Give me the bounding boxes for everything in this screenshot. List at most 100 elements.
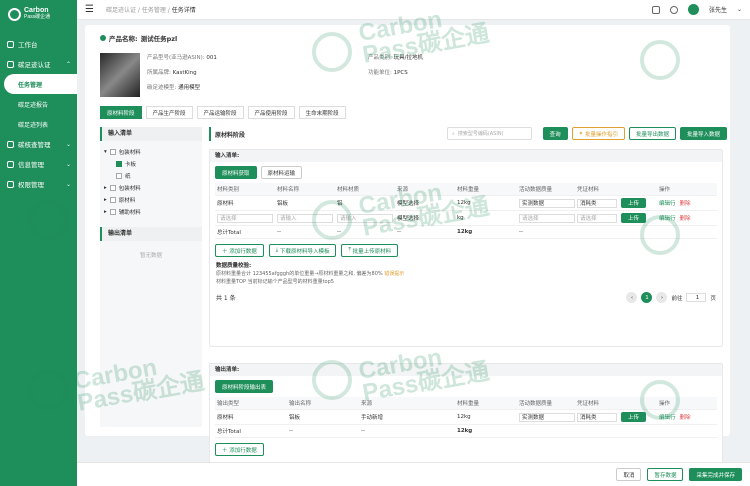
tab-raw-material[interactable]: 原材料阶段 [100, 106, 142, 119]
cell: 铝板 [289, 415, 301, 421]
sidebar-item-cf-list[interactable]: 碳足迹列表 [0, 114, 77, 134]
export-button[interactable]: 批量导出数据 [628, 127, 676, 140]
topbar: ☰ 碳足迹认证 / 任务管理 / 任务详情 张先生 ⌄ [77, 0, 750, 20]
edit-row-link[interactable]: 编辑行 [659, 413, 676, 421]
expand-icon[interactable]: ▸ [104, 197, 107, 203]
finish-save-button[interactable]: 采集完成并保存 [689, 468, 742, 481]
check-line-2: 材料重量TOP 当前标记输个产品型号的材料重量top5 [216, 279, 334, 285]
add-row-button[interactable]: ＋ 添加行数据 [215, 443, 264, 456]
tab-end-of-life[interactable]: 生命末期阶段 [298, 106, 346, 119]
tree-checkbox[interactable] [116, 161, 122, 167]
tree-node[interactable]: 纸 [125, 172, 131, 180]
tree-node[interactable]: 包装材料 [119, 148, 141, 156]
product-name: 测试任务pzl [140, 35, 178, 43]
sidebar-item-label: 权限管理 [18, 181, 44, 189]
goto-label: 前往 [671, 295, 683, 302]
goto-input[interactable]: 1 [686, 293, 707, 302]
menu-toggle-icon[interactable]: ☰ [85, 4, 94, 15]
select-value: 请选择 [522, 216, 539, 222]
proof-select[interactable]: 消耗类 [577, 198, 617, 208]
breadcrumb-item[interactable]: 任务管理 [142, 7, 166, 14]
sidebar-item-carbon-cert[interactable]: 碳足迹认证 ⌃ [0, 54, 77, 74]
tree-node[interactable]: 辅助材料 [119, 208, 141, 216]
tab-production[interactable]: 产品生产阶段 [145, 106, 193, 119]
sidebar-item-cf-report[interactable]: 碳足迹报告 [0, 94, 77, 114]
cell: -- [361, 428, 365, 434]
total-count: 共 1 条 [216, 295, 236, 302]
add-row-button[interactable]: ＋ 添加行数据 [215, 244, 264, 257]
sidebar-item-permissions[interactable]: 权限管理 ⌄ [0, 174, 77, 194]
col-header: 活动数据质量 [519, 401, 553, 407]
cancel-button[interactable]: 取消 [616, 468, 642, 481]
download-template-button[interactable]: ⤓ 下载原材料导入模板 [268, 244, 337, 257]
cell: 12kg [457, 414, 471, 420]
user-name[interactable]: 张先生 [709, 5, 727, 14]
avatar[interactable] [687, 4, 699, 15]
import-button[interactable]: 批量导入数据 [679, 127, 727, 140]
col-header: 材料重量 [457, 187, 480, 193]
table-row: 原材料 铝板 手动新增 12kg 实测数据 消耗类 上传 编辑行 删除 [215, 410, 717, 425]
prev-page-button[interactable]: ‹ [626, 292, 638, 303]
product-name-label: 产品名称: [109, 35, 138, 43]
input-list-section: 输入清单: 原材料获取 原材料运输 材料类别 材料名称 材料材质 来源 材料重量… [209, 149, 723, 347]
sidebar-item-verification[interactable]: 碳核查管理 ⌄ [0, 134, 77, 154]
tree-node[interactable]: 卡板 [125, 160, 136, 168]
tree-node[interactable]: 原材料 [119, 196, 136, 204]
sidebar-item-info[interactable]: 信息管理 ⌄ [0, 154, 77, 174]
tree-node[interactable]: 包装材料 [119, 184, 141, 192]
search-input[interactable]: ⌕ 搜索型号编码(ASIN) [447, 127, 532, 140]
breadcrumb-item[interactable]: 碳足迹认证 [106, 7, 136, 14]
sidebar-item-label: 碳核查管理 [18, 141, 51, 149]
chevron-down-icon: ⌄ [65, 180, 71, 188]
cell: -- [397, 229, 401, 235]
page-number[interactable]: 1 [641, 292, 653, 303]
quality-select[interactable]: 请选择 [519, 213, 575, 223]
guide-button[interactable]: ✦ 批量操作指引 [571, 127, 625, 140]
edit-row-link[interactable]: 编辑行 [659, 214, 676, 222]
edit-row-link[interactable]: 编辑行 [659, 199, 676, 207]
tree-checkbox[interactable] [116, 173, 122, 179]
logo-text-2: Pass碳企通 [24, 14, 51, 20]
tab-transport[interactable]: 产品运输阶段 [196, 106, 244, 119]
verified-icon [100, 35, 106, 41]
query-button[interactable]: 查询 [542, 127, 568, 140]
breadcrumb-sep: / [137, 7, 140, 14]
next-page-button[interactable]: › [656, 292, 668, 303]
tab-raw-transport[interactable]: 原材料运输 [260, 166, 303, 179]
category-select[interactable]: 请选择 [217, 213, 273, 223]
tree-checkbox[interactable] [109, 209, 116, 215]
sidebar-item-task-mgmt[interactable]: 任务管理 [4, 74, 77, 94]
upload-button[interactable]: 上传 [621, 213, 647, 223]
save-draft-button[interactable]: 暂存数据 [647, 468, 684, 481]
proof-select[interactable]: 请选择 [577, 213, 617, 223]
delete-link[interactable]: 删除 [680, 214, 691, 222]
quality-select[interactable]: 实测数据 [519, 412, 575, 422]
tree-checkbox[interactable] [109, 149, 116, 155]
info-icon [7, 160, 14, 168]
name-input[interactable]: 请输入 [277, 213, 333, 223]
cell: 12kg [457, 200, 471, 206]
delete-link[interactable]: 删除 [680, 413, 691, 421]
page-unit: 页 [710, 295, 716, 302]
proof-select[interactable]: 消耗类 [577, 412, 617, 422]
quality-select[interactable]: 实测数据 [519, 198, 575, 208]
bulk-upload-button[interactable]: ⤒ 批量上传原材料 [341, 244, 399, 257]
delete-link[interactable]: 删除 [680, 199, 691, 207]
headset-icon[interactable] [669, 5, 678, 14]
expand-icon[interactable]: ▸ [104, 185, 107, 191]
material-input[interactable]: 请输入 [337, 213, 393, 223]
tab-raw-acquisition[interactable]: 原材料获取 [215, 166, 257, 179]
error-hint-link[interactable]: 错误提示 [384, 271, 404, 277]
expand-icon[interactable]: ▸ [104, 209, 107, 215]
tab-usage[interactable]: 产品使用阶段 [247, 106, 295, 119]
sidebar-item-dashboard[interactable]: 工作台 [0, 34, 77, 54]
document-icon[interactable] [651, 5, 660, 14]
upload-button[interactable]: 上传 [621, 198, 647, 208]
tree-checkbox[interactable] [109, 197, 116, 203]
tree-checkbox[interactable] [109, 185, 116, 191]
upload-button[interactable]: 上传 [621, 412, 647, 422]
expand-icon[interactable]: ▾ [104, 149, 107, 155]
tab-raw-output[interactable]: 原材料阶段输出表 [215, 380, 274, 393]
chevron-down-icon[interactable]: ⌄ [737, 6, 742, 13]
col-header: 凭证材料 [577, 187, 600, 193]
